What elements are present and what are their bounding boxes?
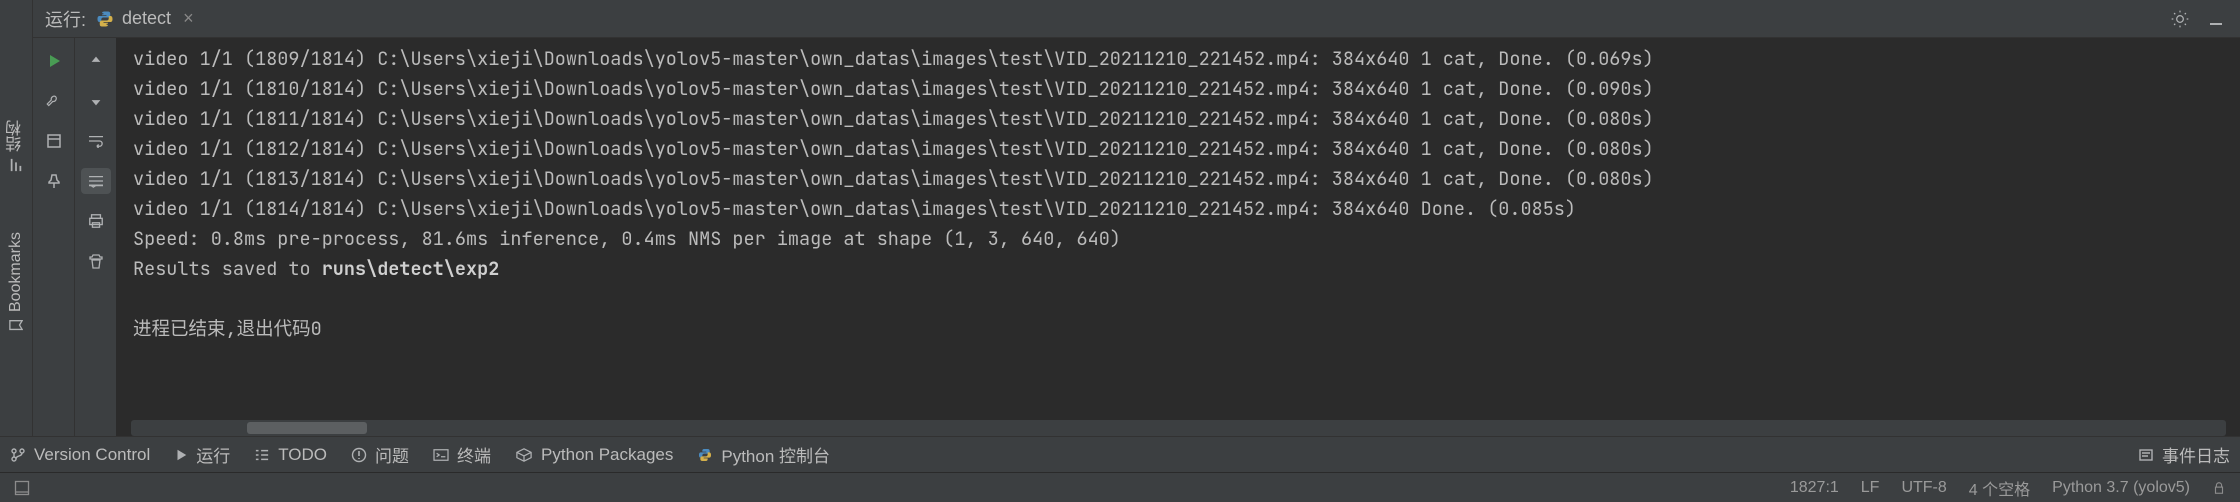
- console-output[interactable]: video 1/1 (1809/1814) C:\Users\xieji\Dow…: [117, 38, 2240, 436]
- horizontal-scrollbar-thumb[interactable]: [247, 422, 367, 434]
- todo-tool[interactable]: TODO: [254, 445, 327, 465]
- up-stack-button[interactable]: [81, 48, 111, 74]
- results-prefix: Results saved to: [133, 256, 322, 281]
- console-line: video 1/1 (1811/1814) C:\Users\xieji\Dow…: [133, 104, 2224, 134]
- python-packages-tool[interactable]: Python Packages: [515, 445, 673, 465]
- bookmarks-label: Bookmarks: [7, 232, 25, 312]
- console-line: video 1/1 (1810/1814) C:\Users\xieji\Dow…: [133, 74, 2224, 104]
- run-actions-column: [33, 38, 75, 436]
- down-stack-button[interactable]: [81, 88, 111, 114]
- todo-icon: [254, 448, 270, 462]
- structure-label: 结构: [4, 120, 28, 152]
- console-line: video 1/1 (1809/1814) C:\Users\xieji\Dow…: [133, 44, 2224, 74]
- python-console-tool[interactable]: Python 控制台: [697, 442, 830, 467]
- console-actions-column: [75, 38, 117, 436]
- print-button[interactable]: [81, 208, 111, 234]
- soft-wrap-button[interactable]: [81, 128, 111, 154]
- clear-all-button[interactable]: [81, 248, 111, 274]
- tool-windows-icon[interactable]: [14, 480, 30, 496]
- run-tool[interactable]: 运行: [174, 442, 230, 467]
- layout-button[interactable]: [41, 128, 67, 154]
- event-log-label: 事件日志: [2162, 442, 2230, 467]
- run-tool-label: 运行: [196, 442, 230, 467]
- line-separator-indicator[interactable]: LF: [1861, 479, 1880, 497]
- bookmarks-tool[interactable]: Bookmarks: [7, 232, 25, 332]
- python-file-icon: [96, 10, 114, 28]
- terminal-label: 终端: [457, 442, 491, 467]
- scroll-to-end-button[interactable]: [81, 168, 111, 194]
- pin-button[interactable]: [41, 168, 67, 194]
- python-packages-label: Python Packages: [541, 445, 673, 465]
- problems-tool[interactable]: 问题: [351, 442, 409, 467]
- python-console-label: Python 控制台: [721, 442, 830, 467]
- structure-tool[interactable]: 结构: [4, 120, 28, 172]
- rerun-button[interactable]: [41, 48, 67, 74]
- console-line: video 1/1 (1812/1814) C:\Users\xieji\Dow…: [133, 134, 2224, 164]
- problems-icon: [351, 447, 367, 463]
- branch-icon: [10, 447, 26, 463]
- console-line: [133, 284, 2224, 314]
- encoding-indicator[interactable]: UTF-8: [1901, 479, 1946, 497]
- run-tool-header: 运行: detect ×: [33, 0, 2240, 38]
- play-icon: [174, 448, 188, 462]
- structure-icon: [9, 158, 23, 172]
- python-icon: [697, 447, 713, 463]
- console-line: Speed: 0.8ms pre-process, 81.6ms inferen…: [133, 224, 2224, 254]
- version-control-tool[interactable]: Version Control: [10, 445, 150, 465]
- settings-icon[interactable]: [2170, 9, 2190, 29]
- console-line: video 1/1 (1813/1814) C:\Users\xieji\Dow…: [133, 164, 2224, 194]
- lock-icon[interactable]: [2212, 481, 2226, 495]
- results-path: runs\detect\exp2: [322, 256, 500, 281]
- run-label: 运行:: [45, 6, 86, 32]
- bookmark-icon: [9, 318, 23, 332]
- horizontal-scrollbar[interactable]: [131, 420, 2226, 436]
- close-tab-icon[interactable]: ×: [183, 8, 194, 29]
- stop-wrench-button[interactable]: [41, 88, 67, 114]
- line-column-indicator[interactable]: 1827:1: [1790, 479, 1839, 497]
- packages-icon: [515, 447, 533, 463]
- status-bar: 1827:1 LF UTF-8 4 个空格 Python 3.7 (yolov5…: [0, 472, 2240, 502]
- bottom-toolbar: Version Control 运行 TODO 问题 终端: [0, 436, 2240, 472]
- terminal-icon: [433, 448, 449, 462]
- minimize-icon[interactable]: [2208, 11, 2224, 27]
- left-tool-rail: 结构 Bookmarks: [0, 0, 33, 436]
- todo-label: TODO: [278, 445, 327, 465]
- run-tab-label: detect: [122, 8, 171, 29]
- indent-indicator[interactable]: 4 个空格: [1969, 476, 2030, 500]
- interpreter-indicator[interactable]: Python 3.7 (yolov5): [2052, 479, 2190, 497]
- console-line: 进程已结束,退出代码0: [133, 314, 2224, 344]
- event-log-icon: [2138, 447, 2154, 463]
- problems-label: 问题: [375, 442, 409, 467]
- event-log-tool[interactable]: 事件日志: [2138, 442, 2230, 467]
- console-line: video 1/1 (1814/1814) C:\Users\xieji\Dow…: [133, 194, 2224, 224]
- terminal-tool[interactable]: 终端: [433, 442, 491, 467]
- console-line: Results saved to runs\detect\exp2: [133, 254, 2224, 284]
- version-control-label: Version Control: [34, 445, 150, 465]
- run-tab[interactable]: detect ×: [86, 4, 204, 33]
